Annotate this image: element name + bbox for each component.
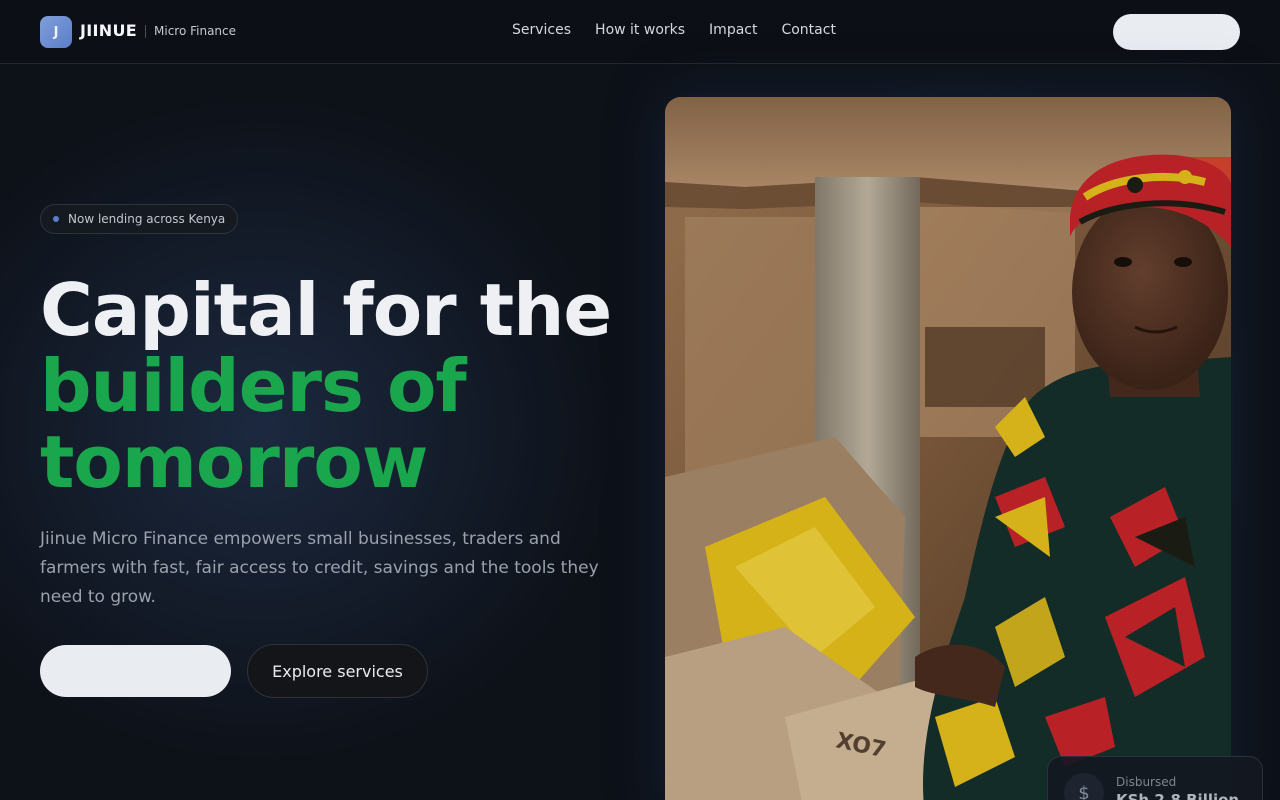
stat-value: KSh 2.8 Billion — [1116, 791, 1240, 800]
logo-icon[interactable]: J — [40, 16, 72, 48]
headline-line-2: builders of tomorrow — [40, 344, 467, 504]
disbursed-stat-card: $ Disbursed KSh 2.8 Billion — [1047, 756, 1263, 800]
brand-name[interactable]: JIINUE — [80, 21, 137, 40]
nav-cta-button[interactable] — [1113, 14, 1240, 50]
badge-text: Now lending across Kenya — [68, 212, 226, 226]
brand-subtitle: Micro Finance — [154, 24, 237, 38]
brand-divider — [145, 25, 146, 38]
nav-link-services[interactable]: Services — [512, 22, 571, 38]
headline-line-1: Capital for the — [40, 268, 612, 352]
hero-description: Jiinue Micro Finance empowers small busi… — [40, 529, 599, 607]
nav-link-how-it-works[interactable]: How it works — [595, 22, 685, 38]
primary-cta-button[interactable] — [40, 645, 231, 697]
nav-links: Services How it works Impact Contact — [512, 22, 836, 38]
market-trader-photo: XO7 — [665, 97, 1231, 800]
status-dot-icon — [53, 216, 59, 222]
stat-label: Disbursed — [1116, 775, 1177, 789]
lending-badge: Now lending across Kenya — [40, 204, 239, 234]
hero-photo: XO7 — [665, 97, 1231, 800]
explore-services-button[interactable]: Explore services — [247, 644, 428, 698]
nav-link-impact[interactable]: Impact — [709, 22, 757, 38]
dollar-icon: $ — [1064, 773, 1104, 800]
top-navbar: J JIINUE Micro Finance Services How it w… — [0, 0, 1280, 64]
hero-headline: Capital for the builders of tomorrow — [40, 272, 640, 500]
nav-link-contact[interactable]: Contact — [781, 22, 835, 38]
